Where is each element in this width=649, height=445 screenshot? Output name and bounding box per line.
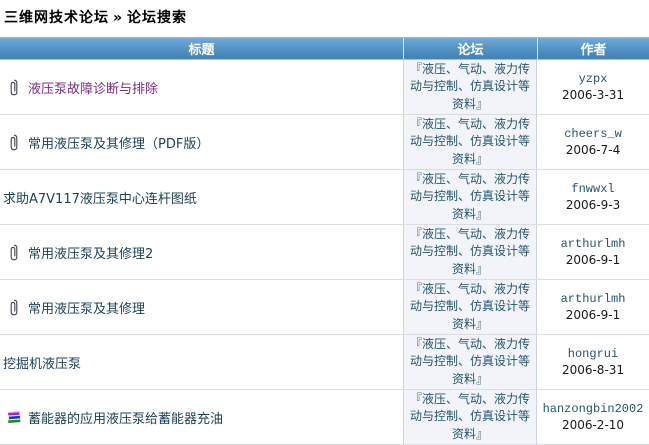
forum-cell: 『液压、气动、液力传动与控制、仿真设计等资料』 <box>403 335 537 389</box>
author-cell: arthurlmh 2006-9-1 <box>537 280 649 334</box>
author-link[interactable]: arthurlmh <box>561 292 626 306</box>
table-row: 蓄能器的应用液压泵给蓄能器充油 『液压、气动、液力传动与控制、仿真设计等资料』 ha… <box>0 390 649 445</box>
breadcrumb-page: 论坛搜索 <box>127 10 188 26</box>
table-row: 求助A7V117液压泵中心连杆图纸 『液压、气动、液力传动与控制、仿真设计等资料』… <box>0 170 649 225</box>
table-header-row: 标题 论坛 作者 <box>0 37 649 60</box>
forum-link[interactable]: 『液压、气动、液力传动与控制、仿真设计等资料』 <box>409 61 531 113</box>
title-cell: 常用液压泵及其修理2 <box>0 225 403 279</box>
author-cell: yzpx 2006-3-31 <box>537 60 649 114</box>
post-date: 2006-7-4 <box>565 143 621 157</box>
forum-cell: 『液压、气动、液力传动与控制、仿真设计等资料』 <box>403 170 537 224</box>
paperclip-icon <box>7 134 21 151</box>
post-date: 2006-8-31 <box>561 363 625 377</box>
author-link[interactable]: yzpx <box>579 72 608 86</box>
column-header-author: 作者 <box>537 38 649 59</box>
post-date: 2006-2-10 <box>561 418 625 432</box>
table-row: 常用液压泵及其修理2 『液压、气动、液力传动与控制、仿真设计等资料』 arthurl… <box>0 225 649 280</box>
post-date: 2006-9-1 <box>565 253 621 267</box>
post-date: 2006-9-1 <box>565 308 621 322</box>
breadcrumb-separator: » <box>113 10 124 26</box>
topic-title-link[interactable]: 常用液压泵及其修理2 <box>28 243 153 262</box>
forum-cell: 『液压、气动、液力传动与控制、仿真设计等资料』 <box>403 225 537 279</box>
title-cell: 蓄能器的应用液压泵给蓄能器充油 <box>0 390 403 444</box>
title-cell: 常用液压泵及其修理 <box>0 280 403 334</box>
forum-link[interactable]: 『液压、气动、液力传动与控制、仿真设计等资料』 <box>409 116 531 168</box>
breadcrumb-site[interactable]: 三维网技术论坛 <box>4 10 109 26</box>
forum-link[interactable]: 『液压、气动、液力传动与控制、仿真设计等资料』 <box>409 336 531 388</box>
title-cell: 液压泵故障诊断与排除 <box>0 60 403 114</box>
title-cell: 挖掘机液压泵 <box>0 335 403 389</box>
forum-link[interactable]: 『液压、气动、液力传动与控制、仿真设计等资料』 <box>409 391 531 443</box>
paperclip-icon <box>7 299 21 316</box>
topic-title-link[interactable]: 常用液压泵及其修理（PDF版） <box>28 133 209 152</box>
table-row: 挖掘机液压泵 『液压、气动、液力传动与控制、仿真设计等资料』 hongrui 2006… <box>0 335 649 390</box>
search-results-table: 标题 论坛 作者 液压泵故障诊断与排除『液压、气动、液力传动与控制、仿真设计等资… <box>0 37 649 445</box>
author-link[interactable]: fnwwxl <box>571 182 614 196</box>
table-row: 常用液压泵及其修理（PDF版） 『液压、气动、液力传动与控制、仿真设计等资料』 ch… <box>0 115 649 170</box>
search-results-body: 液压泵故障诊断与排除 『液压、气动、液力传动与控制、仿真设计等资料』 yzpx 200… <box>0 60 649 445</box>
paperclip-icon <box>7 79 21 96</box>
topic-title-link[interactable]: 求助A7V117液压泵中心连杆图纸 <box>3 188 197 207</box>
table-row: 液压泵故障诊断与排除 『液压、气动、液力传动与控制、仿真设计等资料』 yzpx 200… <box>0 60 649 115</box>
post-date: 2006-3-31 <box>561 88 625 102</box>
forum-cell: 『液压、气动、液力传动与控制、仿真设计等资料』 <box>403 280 537 334</box>
author-cell: hongrui 2006-8-31 <box>537 335 649 389</box>
forum-cell: 『液压、气动、液力传动与控制、仿真设计等资料』 <box>403 390 537 444</box>
title-cell: 求助A7V117液压泵中心连杆图纸 <box>0 170 403 224</box>
post-date: 2006-9-3 <box>565 198 621 212</box>
column-header-title: 标题 <box>188 43 215 58</box>
forum-cell: 『液压、气动、液力传动与控制、仿真设计等资料』 <box>403 115 537 169</box>
breadcrumb: 三维网技术论坛» 论坛搜索 <box>0 0 649 27</box>
author-cell: cheers_w 2006-7-4 <box>537 115 649 169</box>
forum-link[interactable]: 『液压、气动、液力传动与控制、仿真设计等资料』 <box>409 281 531 333</box>
rar-icon <box>7 410 21 424</box>
title-cell: 常用液压泵及其修理（PDF版） <box>0 115 403 169</box>
forum-cell: 『液压、气动、液力传动与控制、仿真设计等资料』 <box>403 60 537 114</box>
author-link[interactable]: hanzongbin2002 <box>543 402 644 416</box>
paperclip-icon <box>7 244 21 261</box>
forum-link[interactable]: 『液压、气动、液力传动与控制、仿真设计等资料』 <box>409 226 531 278</box>
author-link[interactable]: hongrui <box>568 347 618 361</box>
topic-title-link[interactable]: 挖掘机液压泵 <box>3 353 81 372</box>
topic-title-link[interactable]: 液压泵故障诊断与排除 <box>28 78 158 97</box>
topic-title-link[interactable]: 常用液压泵及其修理 <box>28 298 145 317</box>
table-row: 常用液压泵及其修理 『液压、气动、液力传动与控制、仿真设计等资料』 arthurlm… <box>0 280 649 335</box>
forum-link[interactable]: 『液压、气动、液力传动与控制、仿真设计等资料』 <box>409 171 531 223</box>
topic-title-link[interactable]: 蓄能器的应用液压泵给蓄能器充油 <box>28 408 223 427</box>
author-link[interactable]: arthurlmh <box>561 237 626 251</box>
author-cell: arthurlmh 2006-9-1 <box>537 225 649 279</box>
author-cell: hanzongbin2002 2006-2-10 <box>537 390 649 444</box>
author-cell: fnwwxl 2006-9-3 <box>537 170 649 224</box>
column-header-forum: 论坛 <box>403 38 537 59</box>
author-link[interactable]: cheers_w <box>564 127 622 141</box>
